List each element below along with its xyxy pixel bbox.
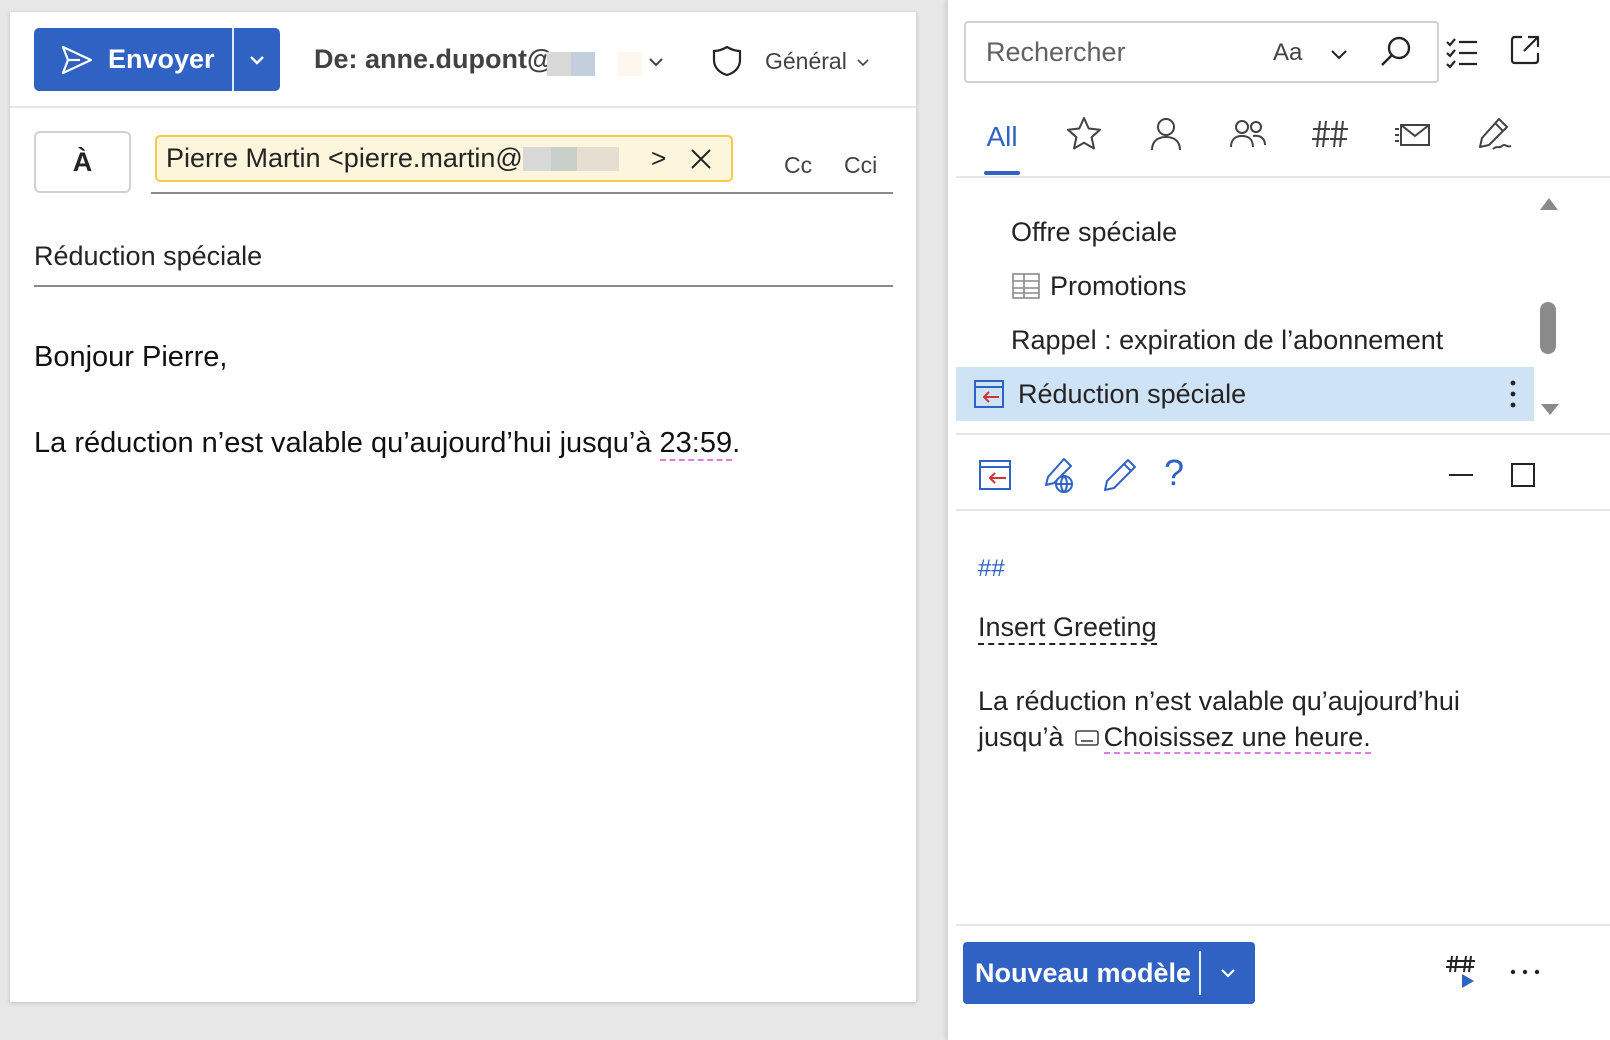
body-time-value: 23:59	[659, 427, 733, 461]
hash-icon	[1312, 120, 1348, 148]
cc-button[interactable]: Cc	[784, 152, 812, 179]
bcc-button[interactable]: Cci	[844, 152, 877, 179]
to-button[interactable]: À	[34, 131, 131, 193]
tasklist-icon[interactable]	[1444, 34, 1480, 70]
template-item-label: Rappel : expiration de l’abonnement	[1011, 324, 1444, 355]
preview-time-field[interactable]: Choisissez une heure.	[1103, 722, 1371, 754]
tab-team[interactable]	[1222, 115, 1274, 177]
insert-template-icon	[974, 380, 1004, 408]
tab-mail[interactable]	[1386, 115, 1438, 177]
subject-field[interactable]: Réduction spéciale	[34, 241, 262, 272]
more-vertical-icon[interactable]	[1496, 377, 1530, 411]
preview-fields-marker: ##	[978, 555, 1005, 582]
redacted-domain	[547, 52, 571, 76]
template-item-label: Promotions	[1050, 270, 1187, 301]
redacted-domain	[576, 146, 619, 171]
pencil-icon[interactable]	[1100, 455, 1140, 495]
subject-underline	[34, 285, 893, 287]
message-body-line[interactable]: La réduction n’est valable qu’aujourd’hu…	[34, 427, 741, 461]
new-template-options-button[interactable]	[1201, 963, 1255, 983]
toolbar-divider	[956, 509, 1610, 511]
new-template-divider	[1199, 951, 1201, 995]
tab-fields[interactable]	[1304, 115, 1356, 177]
template-item[interactable]: Offre spéciale	[956, 205, 1534, 259]
body-text: .	[732, 427, 741, 459]
scroll-down-arrow[interactable]	[1540, 402, 1560, 416]
chevron-down-icon[interactable]	[646, 52, 666, 72]
close-icon[interactable]	[689, 147, 713, 171]
shield-icon[interactable]	[710, 44, 744, 78]
recipient-expand: >	[651, 143, 667, 173]
minimize-icon[interactable]	[1446, 464, 1476, 486]
recipient-chip[interactable]: Pierre Martin <pierre.martin@ >	[155, 135, 733, 182]
popout-icon[interactable]	[1508, 33, 1542, 67]
share-template-icon[interactable]	[1038, 455, 1078, 495]
sensitivity-label[interactable]: Général	[765, 48, 847, 75]
match-case-toggle[interactable]: Aa	[1273, 39, 1302, 67]
scroll-up-arrow[interactable]	[1538, 196, 1560, 212]
chevron-down-icon	[1221, 969, 1235, 978]
send-button[interactable]: Envoyer	[34, 28, 232, 91]
redacted-domain	[522, 146, 551, 171]
list-divider	[956, 433, 1610, 435]
chevron-down-icon[interactable]	[1328, 43, 1350, 65]
table-icon	[1012, 273, 1040, 299]
send-divider	[232, 28, 234, 91]
mail-stack-icon	[1395, 124, 1430, 146]
send-icon	[61, 45, 93, 74]
to-field-underline	[151, 192, 893, 194]
template-item-label: Offre spéciale	[1011, 216, 1178, 247]
redacted-domain	[618, 52, 642, 76]
tab-favorites[interactable]	[1058, 115, 1110, 177]
tabs-divider	[956, 176, 1610, 178]
new-template-button-group: Nouveau modèle	[963, 942, 1255, 1004]
tab-personal[interactable]	[1140, 115, 1192, 177]
preview-greeting-field[interactable]: Insert Greeting	[978, 611, 1157, 645]
send-label: Envoyer	[108, 44, 215, 74]
chevron-down-icon	[250, 55, 264, 65]
send-options-button[interactable]	[234, 28, 280, 91]
header-divider	[10, 106, 916, 108]
footer-divider	[956, 924, 1610, 926]
more-horizontal-icon[interactable]	[1508, 960, 1542, 980]
template-item-label: Réduction spéciale	[1018, 378, 1247, 409]
chevron-down-icon[interactable]	[855, 55, 871, 71]
template-item-selected[interactable]: Réduction spéciale	[956, 367, 1534, 421]
scrollbar-thumb[interactable]	[1540, 302, 1556, 354]
tab-selected-indicator	[984, 171, 1020, 175]
message-body-greeting[interactable]: Bonjour Pierre,	[34, 341, 227, 374]
search-input[interactable]	[984, 36, 1244, 69]
redacted-domain	[571, 52, 595, 76]
people-icon	[1230, 120, 1266, 148]
templates-pane: Aa All Offre spéciale Promotions Rappel …	[948, 0, 1610, 1040]
search-icon[interactable]	[1378, 34, 1414, 70]
insert-template-icon[interactable]	[976, 455, 1016, 495]
send-button-group: Envoyer	[34, 28, 280, 91]
redacted-domain	[550, 146, 577, 171]
signature-icon	[1479, 118, 1512, 150]
body-text: La réduction n’est valable qu’aujourd’hu…	[34, 427, 660, 459]
star-icon	[1067, 117, 1101, 150]
new-template-button[interactable]: Nouveau modèle	[963, 958, 1199, 989]
run-hash-icon[interactable]	[1444, 950, 1484, 990]
maximize-icon[interactable]	[1510, 462, 1536, 488]
template-folder[interactable]: Promotions	[956, 259, 1534, 313]
search-box: Aa	[964, 21, 1439, 83]
field-icon	[1074, 730, 1099, 746]
recipient-text: Pierre Martin <pierre.martin@	[166, 143, 523, 173]
compose-pane: Envoyer De: anne.dupont@ Général À Pierr…	[10, 12, 916, 1002]
preview-text: La réduction n’est valable qu’aujourd’hu…	[978, 683, 1538, 755]
help-button[interactable]: ?	[1164, 452, 1194, 494]
from-account-selector[interactable]: De: anne.dupont@	[314, 44, 553, 75]
tab-signatures[interactable]	[1468, 115, 1520, 177]
person-icon	[1151, 118, 1181, 151]
template-item[interactable]: Rappel : expiration de l’abonnement	[956, 313, 1534, 367]
